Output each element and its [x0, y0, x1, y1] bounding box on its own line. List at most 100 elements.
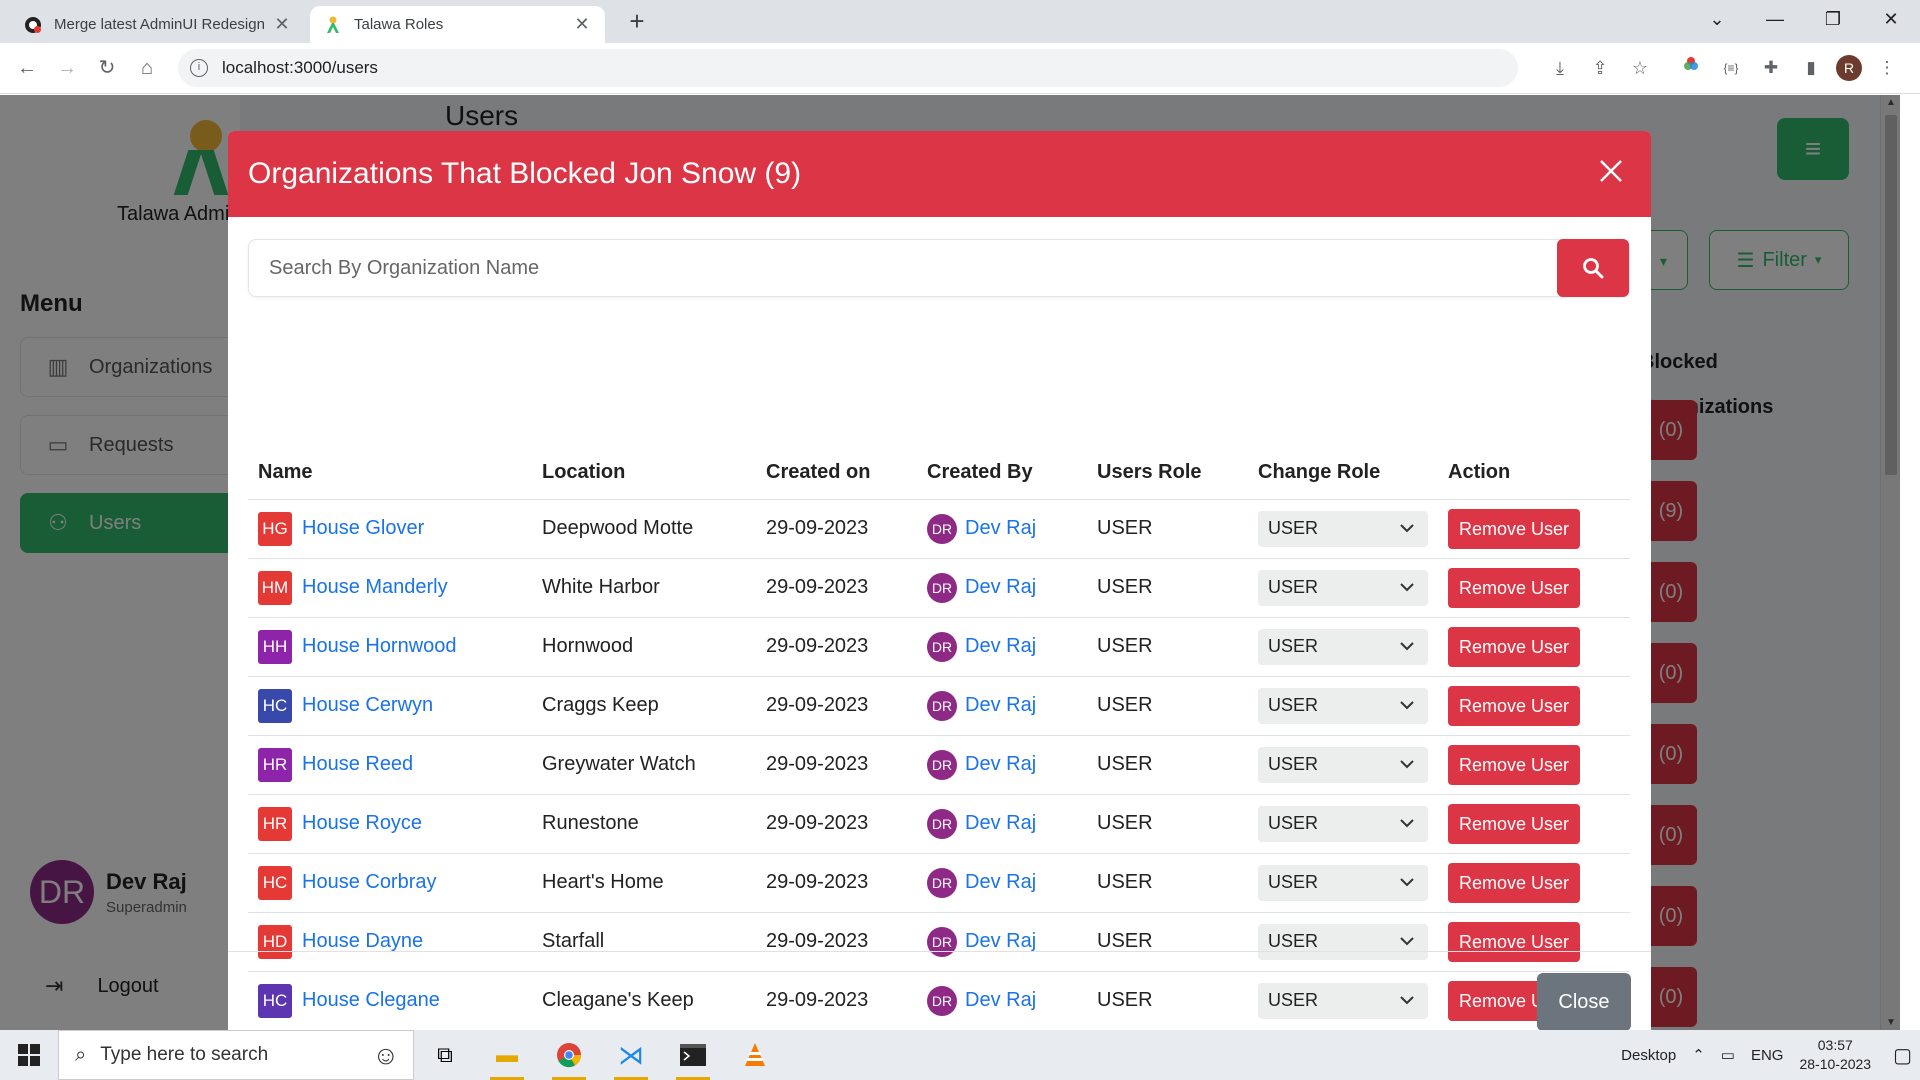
color-picker-extension-icon[interactable] — [1676, 53, 1706, 83]
creator-name-link[interactable]: Dev Raj — [965, 871, 1036, 894]
org-created-on: 29-09-2023 — [756, 558, 917, 618]
browser-tab[interactable]: Merge latest AdminUI Redesign ✕ — [10, 6, 305, 43]
creator-name-link[interactable]: Dev Raj — [965, 517, 1036, 540]
blocked-organizations-table: Name Location Created on Created By User… — [248, 447, 1630, 1030]
creator-name-link[interactable]: Dev Raj — [965, 930, 1036, 953]
org-location: Deepwood Motte — [532, 499, 756, 559]
clock-date: 28-10-2023 — [1799, 1056, 1872, 1072]
org-name-link[interactable]: House Dayne — [302, 930, 423, 953]
remove-user-button[interactable]: Remove User — [1448, 685, 1581, 726]
close-window-icon[interactable]: ✕ — [1862, 0, 1920, 40]
table-row: HD House Dayne Starfall 29-09-2023 DR Dev Raj… — [248, 912, 1630, 972]
column-header-users-role: Users Role — [1087, 447, 1248, 500]
clock[interactable]: 03:57 28-10-2023 — [1799, 1036, 1871, 1074]
action-cell: Remove User — [1438, 912, 1630, 972]
org-avatar: HH — [258, 629, 292, 664]
creator-name-link[interactable]: Dev Raj — [965, 753, 1036, 776]
change-role-select[interactable]: USER — [1258, 569, 1428, 606]
action-cell: Remove User — [1438, 617, 1630, 677]
change-role-select[interactable]: USER — [1258, 923, 1428, 960]
notifications-icon[interactable]: ▢ — [1893, 1043, 1912, 1068]
side-panel-icon[interactable]: ▮ — [1796, 53, 1826, 83]
taskbar-search-placeholder: Type here to search — [100, 1044, 269, 1065]
tab-close-icon[interactable]: ✕ — [273, 14, 291, 35]
maximize-icon[interactable]: ❐ — [1804, 0, 1862, 40]
change-role-select[interactable]: USER — [1258, 982, 1428, 1019]
table-row: HH House Hornwood Hornwood 29-09-2023 DR Dev … — [248, 617, 1630, 677]
site-info-icon[interactable]: i — [190, 59, 208, 77]
tab-search-icon[interactable]: ⌄ — [1688, 0, 1746, 40]
task-view-icon[interactable]: ⧉ — [414, 1030, 476, 1080]
tab-title: Talawa Roles — [354, 16, 444, 33]
remove-user-button[interactable]: Remove User — [1448, 803, 1581, 844]
remove-user-button[interactable]: Remove User — [1448, 626, 1581, 667]
column-header-name: Name — [248, 447, 532, 500]
share-icon[interactable]: ⇪ — [1585, 49, 1615, 87]
close-icon[interactable] — [1599, 159, 1623, 189]
org-location: Craggs Keep — [532, 676, 756, 736]
remove-user-button[interactable]: Remove User — [1448, 921, 1581, 962]
change-role-select[interactable]: USER — [1258, 687, 1428, 724]
org-name-link[interactable]: House Royce — [302, 812, 422, 835]
remove-user-button[interactable]: Remove User — [1448, 508, 1581, 549]
tray-chevron-icon[interactable]: ⌃ — [1692, 1046, 1705, 1064]
remove-user-button[interactable]: Remove User — [1448, 862, 1581, 903]
org-name-link[interactable]: House Reed — [302, 753, 413, 776]
taskbar-search[interactable]: ⌕ Type here to search ☺ — [58, 1030, 414, 1080]
table-row: HG House Glover Deepwood Motte 29-09-2023 DR… — [248, 499, 1630, 559]
json-extension-icon[interactable]: {≡} — [1716, 53, 1746, 83]
org-name-link[interactable]: House Cerwyn — [302, 694, 433, 717]
creator-name-link[interactable]: Dev Raj — [965, 576, 1036, 599]
close-button[interactable]: Close — [1537, 973, 1631, 1030]
reload-icon[interactable]: ↻ — [92, 53, 122, 83]
creator-name-link[interactable]: Dev Raj — [965, 989, 1036, 1012]
minimize-icon[interactable]: — — [1746, 0, 1804, 40]
file-explorer-icon[interactable]: ▬ — [476, 1030, 538, 1080]
change-role-select[interactable]: USER — [1258, 746, 1428, 783]
search-button[interactable] — [1557, 239, 1629, 297]
remove-user-button[interactable]: Remove User — [1448, 744, 1581, 785]
terminal-icon[interactable] — [662, 1030, 724, 1080]
remove-user-button[interactable]: Remove User — [1448, 567, 1581, 608]
address-bar[interactable]: i localhost:3000/users — [178, 49, 1518, 87]
vscode-icon[interactable]: ⋊ — [600, 1030, 662, 1080]
language-indicator[interactable]: ENG — [1751, 1047, 1784, 1064]
desktop-label[interactable]: Desktop — [1621, 1047, 1676, 1064]
selected-role: USER — [1268, 518, 1319, 538]
browser-menu-icon[interactable]: ⋮ — [1872, 53, 1902, 83]
org-name-link[interactable]: House Manderly — [302, 576, 448, 599]
org-location: Cleagane's Keep — [532, 971, 756, 1030]
forward-icon[interactable]: → — [52, 53, 82, 83]
new-tab-button[interactable]: + — [622, 6, 652, 36]
users-role: USER — [1087, 735, 1248, 795]
org-name-cell: HR House Reed — [248, 735, 532, 795]
org-name-link[interactable]: House Glover — [302, 517, 424, 540]
org-name-link[interactable]: House Corbray — [302, 871, 437, 894]
creator-name-link[interactable]: Dev Raj — [965, 635, 1036, 658]
tab-close-icon[interactable]: ✕ — [573, 14, 591, 35]
back-icon[interactable]: ← — [12, 53, 42, 83]
change-role-select[interactable]: USER — [1258, 864, 1428, 901]
home-icon[interactable]: ⌂ — [132, 53, 162, 83]
profile-avatar[interactable]: R — [1836, 55, 1862, 81]
extensions-puzzle-icon[interactable]: ✚ — [1756, 53, 1786, 83]
org-name-link[interactable]: House Clegane — [302, 989, 440, 1012]
modal-title: Organizations That Blocked Jon Snow (9) — [248, 157, 802, 190]
org-name-link[interactable]: House Hornwood — [302, 635, 457, 658]
creator-name-link[interactable]: Dev Raj — [965, 694, 1036, 717]
change-role-select[interactable]: USER — [1258, 510, 1428, 547]
chrome-icon[interactable] — [538, 1030, 600, 1080]
change-role-select[interactable]: USER — [1258, 805, 1428, 842]
change-role-select[interactable]: USER — [1258, 628, 1428, 665]
vlc-icon[interactable] — [724, 1030, 786, 1080]
org-location: White Harbor — [532, 558, 756, 618]
bookmark-star-icon[interactable]: ☆ — [1625, 49, 1655, 87]
column-header-action: Action — [1438, 447, 1630, 500]
browser-tab-active[interactable]: Talawa Roles ✕ — [310, 6, 605, 43]
windows-start-button[interactable] — [0, 1030, 58, 1080]
creator-name-link[interactable]: Dev Raj — [965, 812, 1036, 835]
battery-icon[interactable]: ▭ — [1721, 1046, 1735, 1064]
search-input[interactable] — [249, 240, 1557, 296]
selected-role: USER — [1268, 872, 1319, 892]
install-icon[interactable]: ⤓ — [1545, 49, 1575, 87]
